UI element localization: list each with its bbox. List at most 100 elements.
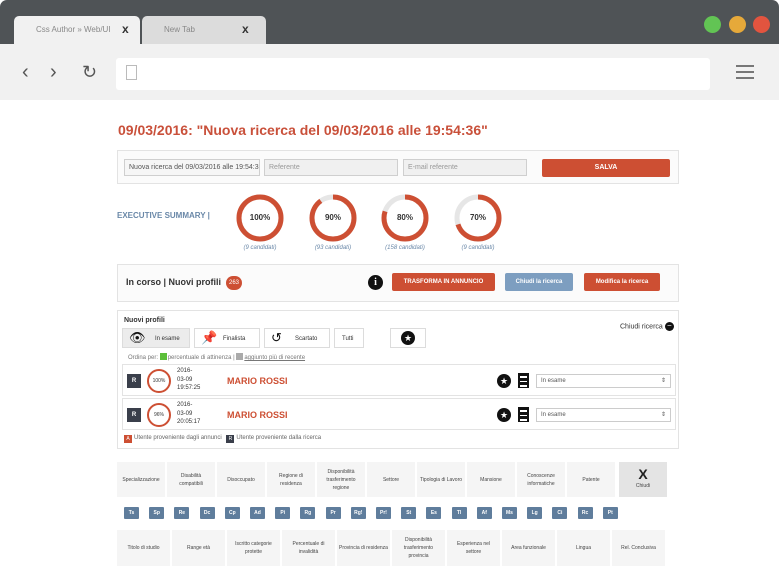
filter-option[interactable]: Disoccupato [217, 462, 265, 497]
tab-title: Css Author » Web/UI [36, 25, 111, 34]
filter-option[interactable]: Settore [367, 462, 415, 497]
status-select[interactable]: In esame ⇕ [536, 374, 671, 388]
close-search-button[interactable]: Chiudi la ricerca [505, 273, 573, 291]
gauge-candidates[interactable]: (93 candidati) [302, 245, 364, 251]
match-gauge[interactable]: 100% (9 candidati) [229, 193, 291, 251]
legend-ads-text: Utente proveniente dagli annunci [134, 435, 222, 441]
sort-separator: | [233, 355, 235, 361]
referent-field[interactable]: Referente [264, 159, 398, 176]
filter-badge[interactable]: Af [476, 507, 492, 519]
gauge-candidates[interactable]: (9 candidati) [229, 245, 291, 251]
filters-bottom-row: Titolo di studio Range età Iscritto catego… [117, 530, 675, 566]
filter-option[interactable]: Lingua [557, 530, 610, 566]
filter-option[interactable]: Specializzazione [117, 462, 165, 497]
save-button[interactable]: SALVA [542, 159, 670, 177]
browser-toolbar: ‹ › ↻ [0, 44, 779, 100]
filter-option[interactable]: Percentuale di invalidità [282, 530, 335, 566]
tab-favorites[interactable]: ★ [390, 328, 426, 348]
filter-badge[interactable]: Rc [577, 507, 593, 519]
tab-discarded[interactable]: ↺ Scartato [264, 328, 330, 348]
filter-option[interactable]: Iscritto categorie protette [227, 530, 280, 566]
match-gauge[interactable]: 70% (9 candidati) [447, 193, 509, 251]
forward-arrow-icon[interactable]: › [50, 62, 57, 82]
search-form: Nuova ricerca del 09/03/2016 alle 19:54:… [117, 150, 679, 184]
hamburger-menu-icon[interactable] [736, 65, 754, 83]
filter-option[interactable]: Patente [567, 462, 615, 497]
filter-option[interactable]: Disabilità compatibili [167, 462, 215, 497]
candidate-name[interactable]: MARIO ROSSI [227, 410, 288, 420]
close-filters-button[interactable]: X Chiudi [619, 462, 667, 497]
filter-option[interactable]: Rel. Conclusiva [612, 530, 665, 566]
match-gauge[interactable]: 80% (158 candidati) [374, 193, 436, 251]
filter-badge[interactable]: St [401, 507, 417, 519]
filter-badge[interactable]: Cp [224, 507, 240, 519]
close-search-link[interactable]: Chiudi ricerca − [620, 322, 674, 331]
tab-close-icon[interactable]: x [122, 22, 129, 36]
address-bar[interactable] [116, 58, 710, 90]
reload-icon[interactable]: ↻ [82, 62, 97, 82]
status-select[interactable]: In esame ⇕ [536, 408, 671, 422]
filter-badge[interactable]: Es [426, 507, 442, 519]
filter-option[interactable]: Area funzionale [502, 530, 555, 566]
maximize-window-icon[interactable] [704, 16, 721, 33]
back-arrow-icon[interactable]: ‹ [22, 62, 29, 82]
filter-badge[interactable]: Re [174, 507, 190, 519]
candidate-row[interactable]: R 96% 2016- 03-09 20:05:17 MARIO ROSSI ★… [122, 398, 676, 430]
tab-close-icon[interactable]: x [242, 22, 249, 36]
browser-chrome: Css Author » Web/UI x New Tab x ‹ › ↻ [0, 0, 779, 100]
document-icon[interactable] [518, 407, 529, 422]
referent-email-field[interactable]: E-mail referente [403, 159, 527, 176]
filter-option[interactable]: Disponibilità trasferimento provincia [392, 530, 445, 566]
minimize-window-icon[interactable] [729, 16, 746, 33]
gauge-candidates[interactable]: (158 candidati) [374, 245, 436, 251]
filter-badge[interactable]: Rg [300, 507, 316, 519]
new-profiles-count-badge: 263 [226, 276, 242, 290]
filter-badge[interactable]: Pr [325, 507, 341, 519]
filter-badge[interactable]: Ms [502, 507, 517, 519]
gauge-percent: 80% [396, 213, 413, 222]
filter-badge[interactable]: Ad [250, 507, 265, 519]
candidate-row[interactable]: R 100% 2016- 03-09 19:57:25 MARIO ROSSI … [122, 364, 676, 396]
filter-option[interactable]: Tipologia di Lavoro [417, 462, 465, 497]
filter-badge[interactable]: Rg! [350, 507, 366, 519]
edit-search-button[interactable]: Modifica la ricerca [584, 273, 660, 291]
filter-badge[interactable]: Ts [124, 507, 139, 519]
filter-badge[interactable]: Pt [602, 507, 618, 519]
select-arrows-icon: ⇕ [660, 378, 666, 384]
filter-option[interactable]: Provincia di residenza [337, 530, 390, 566]
filter-badge[interactable]: Pi [275, 507, 291, 519]
sort-by-relevance-link[interactable]: percentuale di attinenza [168, 355, 232, 361]
tab-finalist[interactable]: 📌 Finalista [194, 328, 260, 348]
filter-option[interactable]: Conoscenze informatiche [517, 462, 565, 497]
close-window-icon[interactable] [753, 16, 770, 33]
filter-option[interactable]: Regione di residenza [267, 462, 315, 497]
document-icon[interactable] [518, 373, 529, 388]
filter-badge[interactable]: Tl [451, 507, 467, 519]
match-gauge[interactable]: 90% (93 candidati) [302, 193, 364, 251]
tab-all[interactable]: Tutti [334, 328, 364, 348]
date-time: 20:05:17 [177, 419, 201, 425]
search-name-field[interactable]: Nuova ricerca del 09/03/2016 alle 19:54:… [124, 159, 260, 176]
sort-by-recent-link[interactable]: aggiunto più di recente [244, 355, 305, 361]
filter-badge[interactable]: Lg [527, 507, 543, 519]
tab-in-review[interactable]: 👁 In esame [122, 328, 190, 348]
star-icon[interactable]: ★ [497, 374, 511, 388]
select-arrows-icon: ⇕ [660, 412, 666, 418]
filter-option[interactable]: Range età [172, 530, 225, 566]
candidate-name[interactable]: MARIO ROSSI [227, 376, 288, 386]
filter-option[interactable]: Disponibilità trasferimento regione [317, 462, 365, 497]
star-icon[interactable]: ★ [497, 408, 511, 422]
filter-badge[interactable]: Pr! [376, 507, 391, 519]
publish-ad-button[interactable]: TRASFORMA IN ANNUNCIO [392, 273, 495, 291]
filter-badge[interactable]: Sp [149, 507, 165, 519]
search-status-bar: In corso | Nuovi profili 263 i TRASFORMA… [117, 264, 679, 302]
browser-tab-active[interactable]: Css Author » Web/UI x [14, 16, 140, 44]
filter-option[interactable]: Titolo di studio [117, 530, 170, 566]
info-icon[interactable]: i [368, 275, 383, 290]
filter-badge[interactable]: Ci [552, 507, 568, 519]
filter-option[interactable]: Esperienza nel settore [447, 530, 500, 566]
filter-option[interactable]: Mansione [467, 462, 515, 497]
browser-tab-new[interactable]: New Tab x [142, 16, 266, 44]
filter-badge[interactable]: Dc [199, 507, 215, 519]
gauge-candidates[interactable]: (9 candidati) [447, 245, 509, 251]
